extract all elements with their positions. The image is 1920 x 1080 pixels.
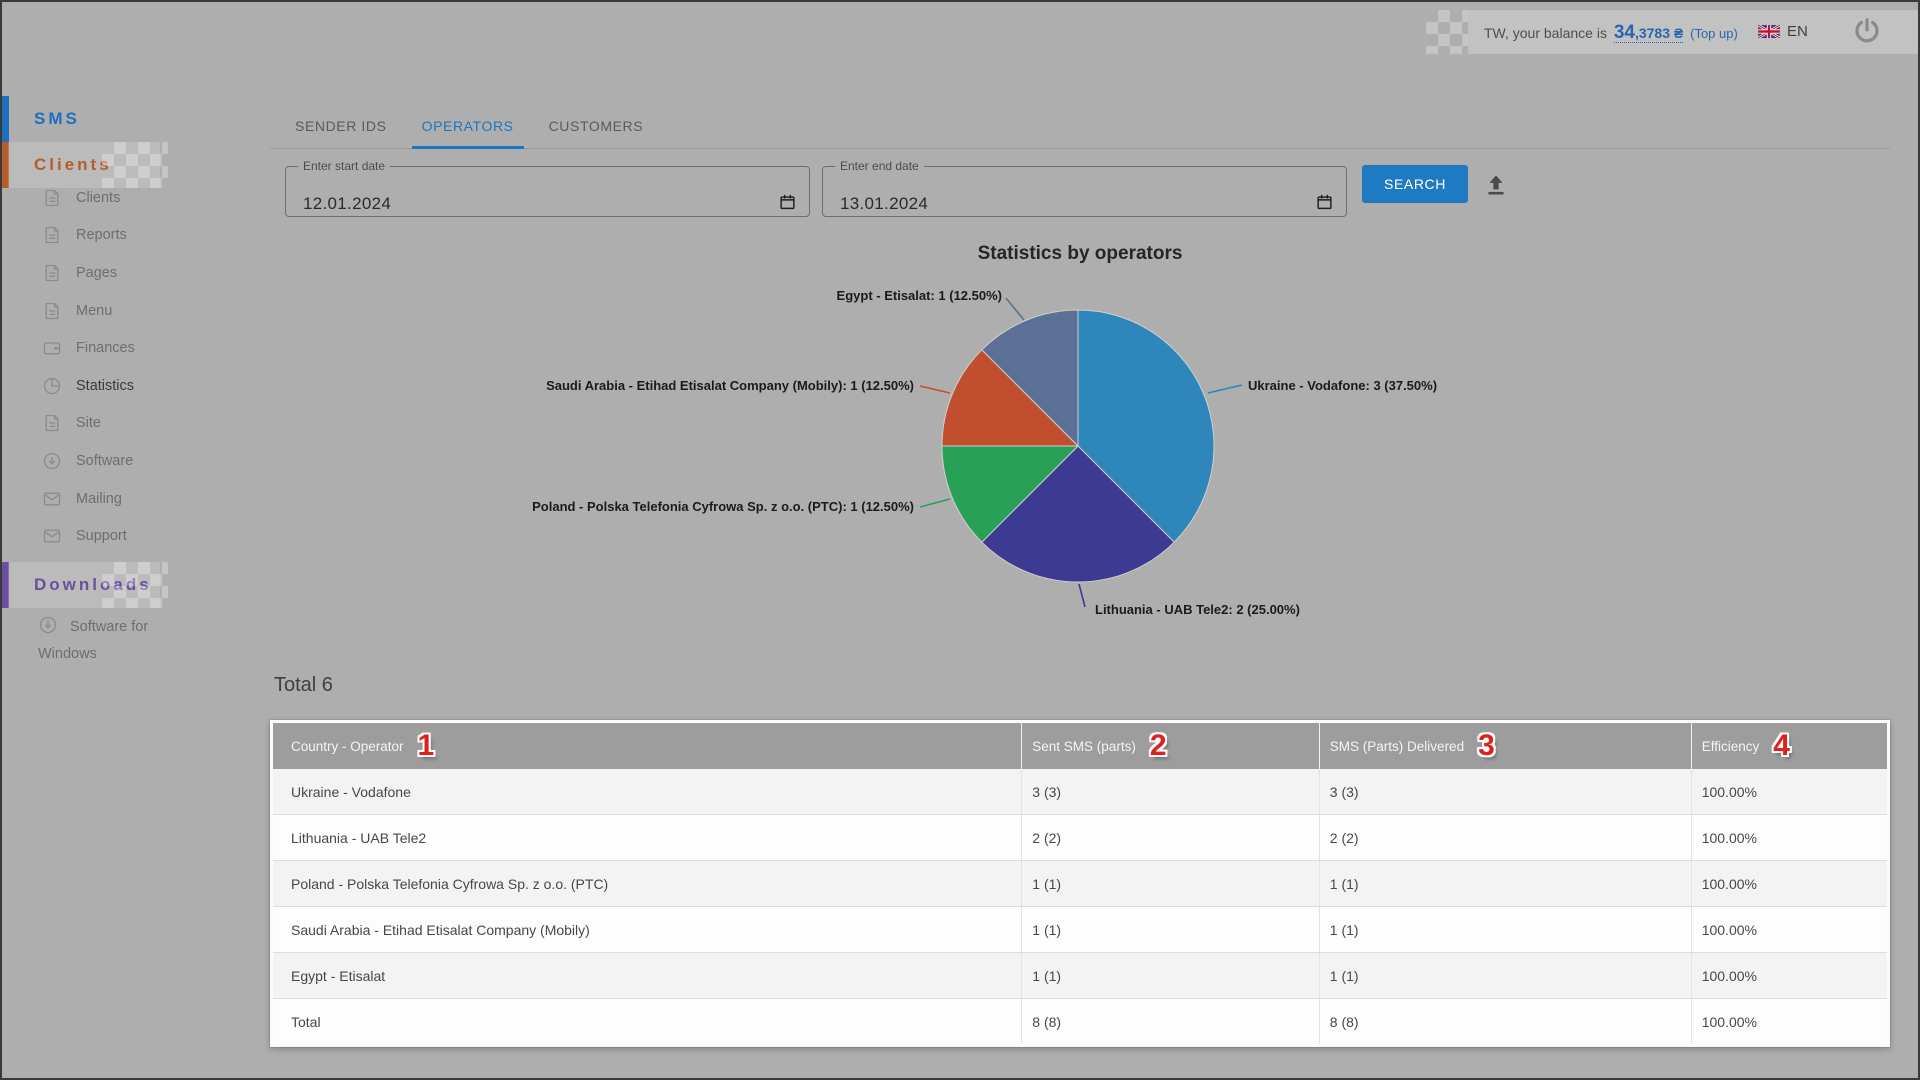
- document-icon: [42, 263, 62, 283]
- tab-customers[interactable]: CUSTOMERS: [539, 118, 654, 148]
- table-total-row: Total8 (8)8 (8)100.00%: [272, 999, 1889, 1046]
- sidebar-item-label: Menu: [76, 303, 112, 319]
- pie-chart-icon: [42, 376, 62, 396]
- sidebar-item-mailing[interactable]: Mailing: [2, 480, 222, 518]
- document-icon: [42, 188, 62, 208]
- language-label: EN: [1787, 23, 1808, 40]
- sidebar-menu: Clients Reports Pages Menu Finances Stat…: [2, 179, 222, 555]
- pie-chart: Ukraine - Vodafone: 3 (37.50%) Lithuania …: [270, 234, 1890, 654]
- calendar-icon[interactable]: [779, 193, 796, 211]
- header-sms-delivered[interactable]: SMS (Parts) Delivered3: [1319, 722, 1691, 770]
- operators-table: Country - Operator1 Sent SMS (parts)2 SM…: [270, 720, 1890, 1047]
- sidebar-item-menu[interactable]: Menu: [2, 292, 222, 330]
- sidebar-item-label: Site: [76, 415, 101, 431]
- sidebar-item-finances[interactable]: Finances: [2, 329, 222, 367]
- top-up-link[interactable]: (Top up): [1690, 26, 1738, 41]
- sidebar-sms-label: SMS: [34, 109, 80, 129]
- table-row[interactable]: Lithuania - UAB Tele22 (2)2 (2)100.00%: [272, 815, 1889, 861]
- calendar-icon[interactable]: [1316, 193, 1333, 211]
- sms-accent-bar: [2, 96, 9, 142]
- start-date-label: Enter start date: [298, 159, 390, 173]
- document-icon: [42, 301, 62, 321]
- tab-sender-ids[interactable]: SENDER IDS: [285, 118, 397, 148]
- sidebar-clients-label: Clients: [34, 155, 112, 175]
- header-sent-sms[interactable]: Sent SMS (parts)2: [1022, 722, 1320, 770]
- app-window: TW, your balance is 34,3783 ₴ (Top up) E…: [0, 0, 1920, 1080]
- sidebar-item-label: Clients: [76, 190, 120, 206]
- download-icon: [38, 615, 58, 635]
- pie-label: Poland - Polska Telefonia Cyfrowa Sp. z …: [532, 499, 914, 514]
- start-date-value[interactable]: 12.01.2024: [303, 194, 391, 214]
- sidebar-item-label: Mailing: [76, 491, 122, 507]
- download-icon: [42, 451, 62, 471]
- pie-label: Egypt - Etisalat: 1 (12.50%): [837, 288, 1002, 303]
- search-button[interactable]: SEARCH: [1362, 165, 1468, 203]
- balance-amount[interactable]: 34,3783 ₴: [1614, 23, 1683, 43]
- total-count: Total 6: [274, 674, 333, 697]
- pie-label: Ukraine - Vodafone: 3 (37.50%): [1248, 378, 1437, 393]
- pie-label-leader: [1006, 298, 1024, 320]
- balance-prefix: TW, your balance is: [1484, 25, 1607, 41]
- end-date-field[interactable]: Enter end date 13.01.2024: [822, 159, 1347, 217]
- tab-bar: SENDER IDS OPERATORS CUSTOMERS: [270, 102, 1890, 149]
- power-icon: [1852, 16, 1882, 46]
- pie-label-leader: [920, 386, 950, 393]
- tab-operators[interactable]: OPERATORS: [412, 118, 524, 148]
- header-country-operator[interactable]: Country - Operator1: [272, 722, 1022, 770]
- sidebar-section-sms[interactable]: SMS: [2, 96, 80, 142]
- table-row[interactable]: Ukraine - Vodafone3 (3)3 (3)100.00%: [272, 769, 1889, 815]
- end-date-label: Enter end date: [835, 159, 924, 173]
- sidebar-item-reports[interactable]: Reports: [2, 217, 222, 255]
- table-row[interactable]: Saudi Arabia - Etihad Etisalat Company (…: [272, 907, 1889, 953]
- language-switcher[interactable]: EN: [1758, 23, 1808, 40]
- pie-label-leader: [920, 499, 950, 507]
- pie-label: Saudi Arabia - Etihad Etisalat Company (…: [546, 378, 914, 393]
- document-icon: [42, 413, 62, 433]
- mail-icon: [42, 526, 62, 546]
- sidebar-item-label: Pages: [76, 265, 117, 281]
- sidebar-item-label: Software: [76, 453, 133, 469]
- sidebar-item-label: Reports: [76, 227, 127, 243]
- table-header-row: Country - Operator1 Sent SMS (parts)2 SM…: [272, 722, 1889, 770]
- pie-label-leader: [1208, 385, 1242, 393]
- sidebar-item-label: Finances: [76, 340, 135, 356]
- wallet-icon: [42, 338, 62, 358]
- sidebar-item-statistics[interactable]: Statistics: [2, 367, 222, 405]
- pie-label-leader: [1079, 584, 1085, 607]
- pie-label: Lithuania - UAB Tele2: 2 (25.00%): [1095, 602, 1300, 617]
- sidebar-item-label: Support: [76, 528, 127, 544]
- end-date-value[interactable]: 13.01.2024: [840, 194, 928, 214]
- uk-flag-icon: [1758, 25, 1780, 38]
- sidebar-item-clients[interactable]: Clients: [2, 179, 222, 217]
- table-row[interactable]: Egypt - Etisalat1 (1)1 (1)100.00%: [272, 953, 1889, 999]
- document-icon: [42, 225, 62, 245]
- upload-icon: [1483, 170, 1509, 198]
- header-efficiency[interactable]: Efficiency4: [1691, 722, 1888, 770]
- sidebar-item-software[interactable]: Software: [2, 442, 222, 480]
- sidebar-item-label: Statistics: [76, 378, 134, 394]
- sidebar-item-pages[interactable]: Pages: [2, 254, 222, 292]
- sidebar-item-software-for-windows[interactable]: Software for Windows: [38, 614, 198, 668]
- export-upload-button[interactable]: [1483, 170, 1509, 198]
- sidebar-item-support[interactable]: Support: [2, 517, 222, 555]
- balance-text: TW, your balance is 34,3783 ₴ (Top up): [1484, 23, 1738, 43]
- mail-icon: [42, 489, 62, 509]
- table-row[interactable]: Poland - Polska Telefonia Cyfrowa Sp. z …: [272, 861, 1889, 907]
- logout-power-button[interactable]: [1852, 16, 1882, 46]
- downloads-checker-decoration: [102, 562, 168, 608]
- sidebar-item-site[interactable]: Site: [2, 405, 222, 443]
- start-date-field[interactable]: Enter start date 12.01.2024: [285, 159, 810, 217]
